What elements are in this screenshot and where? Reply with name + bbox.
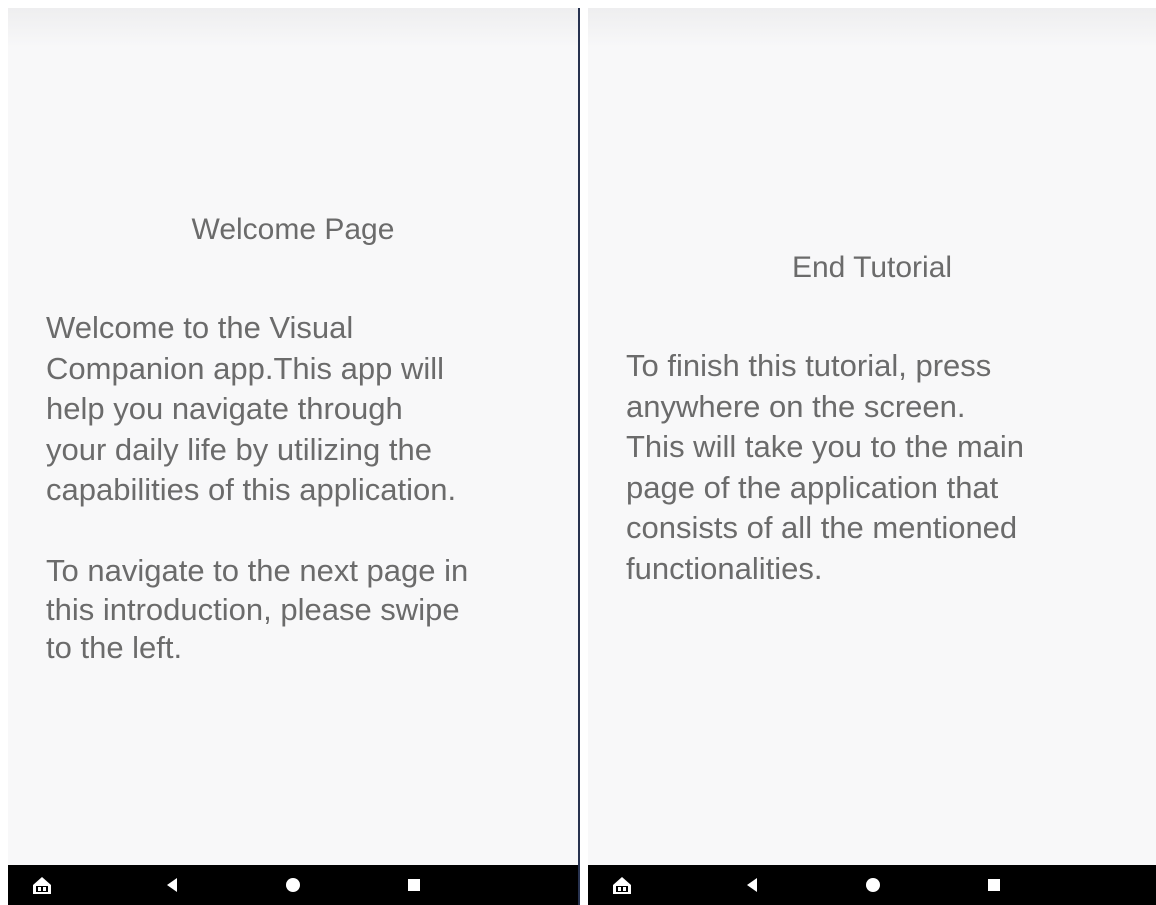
screenshot-divider	[578, 8, 580, 905]
end-tutorial-screen[interactable]: End Tutorial To finish this tutorial, pr…	[588, 8, 1156, 905]
accessibility-home-icon[interactable]	[602, 865, 642, 905]
screenshot-stage: Welcome Page Welcome to the Visual Compa…	[0, 0, 1156, 905]
system-navigation-bar	[8, 865, 578, 905]
system-navigation-bar	[588, 865, 1156, 905]
finish-instruction-paragraph: To finish this tutorial, press anywhere …	[626, 348, 1025, 586]
page-title: Welcome Page	[191, 213, 395, 246]
page-title: End Tutorial	[791, 251, 953, 284]
back-triangle-icon[interactable]	[732, 865, 772, 905]
status-bar-shade	[8, 8, 578, 48]
home-circle-icon[interactable]	[853, 865, 893, 905]
welcome-paragraph: Welcome to the Visual Companion app.This…	[46, 310, 457, 507]
swipe-instruction-paragraph: To navigate to the next page in this int…	[46, 553, 469, 665]
accessibility-home-icon[interactable]	[22, 865, 62, 905]
status-bar-shade	[588, 8, 1156, 48]
recents-square-icon[interactable]	[974, 865, 1014, 905]
home-circle-icon[interactable]	[273, 865, 313, 905]
welcome-screen[interactable]: Welcome Page Welcome to the Visual Compa…	[8, 8, 578, 905]
back-triangle-icon[interactable]	[152, 865, 192, 905]
recents-square-icon[interactable]	[394, 865, 434, 905]
